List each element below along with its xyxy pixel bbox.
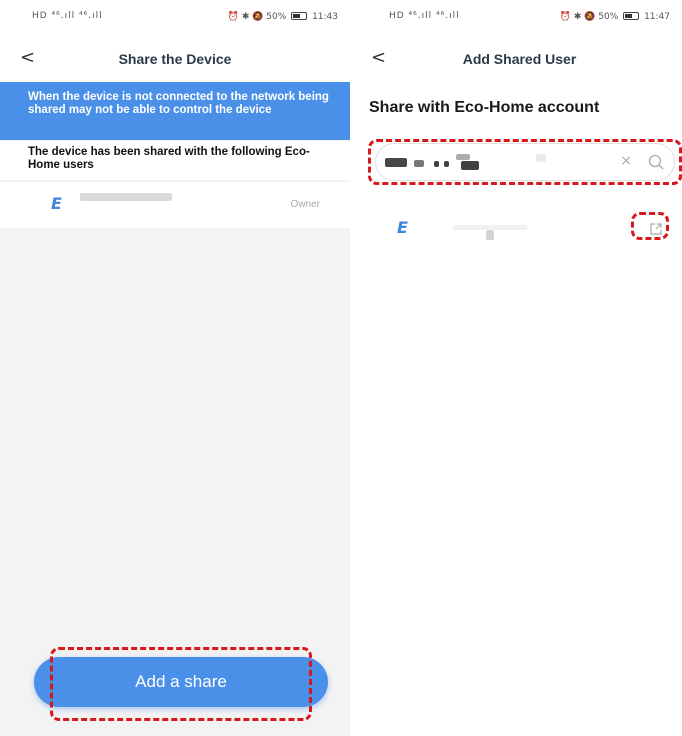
status-right: ⏰ ✱ 🔕 50% 11:43 xyxy=(228,12,338,22)
connection-notice: When the device is not connected to the … xyxy=(0,82,350,140)
highlight-outline xyxy=(368,139,682,185)
status-icons: ⏰ ✱ 🔕 50% xyxy=(227,12,287,22)
battery-icon xyxy=(291,12,308,20)
status-bar: HD ⁴⁶.ıll ⁴⁶.ıll ⏰ ✱ 🔕 50% 11:47 xyxy=(357,0,682,36)
eco-home-logo-icon: E xyxy=(397,218,408,237)
highlight-outline xyxy=(50,647,312,721)
nav-bar: < Share the Device xyxy=(0,36,350,82)
battery-icon xyxy=(623,12,640,20)
share-device-screen: HD ⁴⁶.ıll ⁴⁶.ıll ⏰ ✱ 🔕 50% 11:43 < Share… xyxy=(0,0,350,736)
account-heading: Share with Eco-Home account xyxy=(369,99,600,116)
shared-users-heading: The device has been shared with the foll… xyxy=(0,140,350,180)
owner-label: Owner xyxy=(290,199,320,210)
signal-indicator: HD ⁴⁶.ıll ⁴⁶.ıll xyxy=(389,11,460,21)
redacted-text-block xyxy=(486,230,494,240)
page-title: Add Shared User xyxy=(462,51,577,67)
nav-bar: < Add Shared User xyxy=(357,36,682,82)
add-shared-user-screen: HD ⁴⁶.ıll ⁴⁶.ıll ⏰ ✱ 🔕 50% 11:47 < Add S… xyxy=(357,0,682,736)
status-time: 11:43 xyxy=(312,12,338,22)
highlight-outline xyxy=(631,212,669,240)
user-name-redacted xyxy=(80,193,172,201)
status-time: 11:47 xyxy=(644,12,670,22)
status-right: ⏰ ✱ 🔕 50% 11:47 xyxy=(560,12,670,22)
page-title: Share the Device xyxy=(118,51,232,67)
status-icons: ⏰ ✱ 🔕 50% xyxy=(559,12,619,22)
shared-user-row[interactable]: E Owner xyxy=(0,182,350,228)
status-bar: HD ⁴⁶.ıll ⁴⁶.ıll ⏰ ✱ 🔕 50% 11:43 xyxy=(0,0,350,36)
signal-indicator: HD ⁴⁶.ıll ⁴⁶.ıll xyxy=(32,11,103,21)
eco-home-logo-icon: E xyxy=(51,194,62,213)
